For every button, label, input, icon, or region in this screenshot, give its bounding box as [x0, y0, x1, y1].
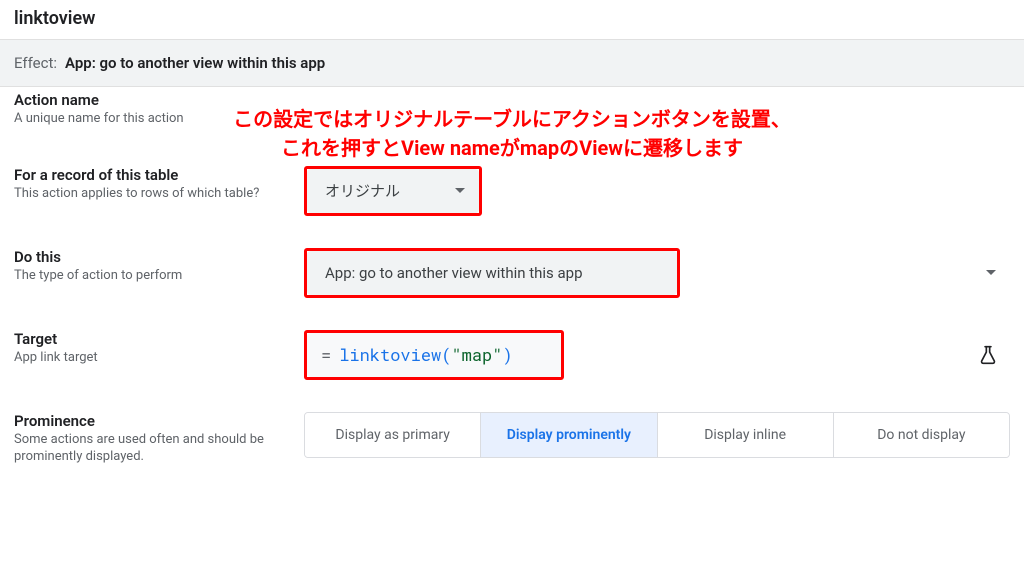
chevron-down-icon [455, 188, 465, 193]
formula-equals: = [321, 343, 331, 366]
page-title: linktoview [0, 0, 1024, 39]
prominence-desc: Some actions are used often and should b… [14, 432, 284, 466]
chevron-down-icon[interactable] [986, 270, 996, 275]
do-this-dropdown[interactable]: App: go to another view within this app [307, 251, 677, 295]
do-this-desc: The type of action to perform [14, 268, 284, 285]
prominence-option-prominently[interactable]: Display prominently [481, 413, 657, 457]
do-this-highlight: App: go to another view within this app [304, 248, 680, 298]
prominence-segmented: Display as primary Display prominently D… [304, 412, 1010, 458]
record-table-desc: This action applies to rows of which tab… [14, 186, 284, 203]
action-name-desc: A unique name for this action [14, 111, 284, 128]
effect-value: App: go to another view within this app [65, 54, 325, 72]
target-title: Target [14, 330, 284, 348]
flask-icon[interactable] [960, 345, 1010, 365]
effect-label: Effect: [14, 54, 57, 72]
prominence-option-none[interactable]: Do not display [834, 413, 1009, 457]
do-this-value: App: go to another view within this app [307, 264, 601, 282]
action-name-title: Action name [14, 91, 284, 109]
formula-arg: "map" [451, 343, 502, 366]
target-highlight: = linktoview("map") [304, 330, 564, 380]
record-table-highlight: オリジナル [304, 166, 482, 216]
formula-function: linktoview [339, 343, 441, 366]
prominence-title: Prominence [14, 412, 284, 430]
record-table-value: オリジナル [307, 180, 418, 201]
formula-paren-close: ) [502, 343, 512, 366]
target-desc: App link target [14, 350, 284, 367]
do-this-title: Do this [14, 248, 284, 266]
record-table-title: For a record of this table [14, 166, 284, 184]
prominence-option-inline[interactable]: Display inline [658, 413, 834, 457]
prominence-option-primary[interactable]: Display as primary [305, 413, 481, 457]
target-formula-input[interactable]: = linktoview("map") [307, 333, 561, 377]
formula-paren-open: ( [441, 343, 451, 366]
effect-bar: Effect: App: go to another view within t… [0, 39, 1024, 87]
record-table-dropdown[interactable]: オリジナル [307, 169, 479, 213]
